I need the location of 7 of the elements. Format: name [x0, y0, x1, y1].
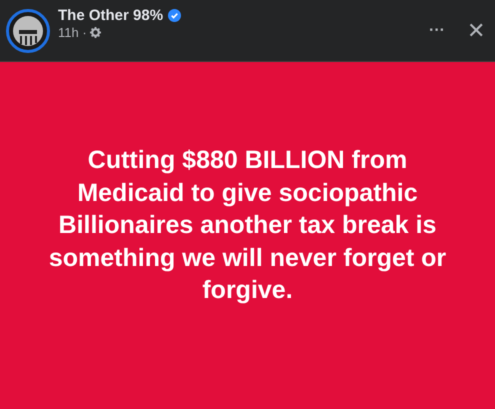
author-name[interactable]: The Other 98%	[58, 7, 164, 24]
more-button[interactable]: ···	[429, 22, 445, 40]
close-button[interactable]: ✕	[467, 18, 485, 44]
gear-icon	[90, 27, 101, 38]
post-text: Cutting $880 BILLION from Medicaid to give sociopathic Billionaires another tax break is something we will never forget or forgive.	[48, 145, 448, 306]
post-time[interactable]: 11h ·	[58, 25, 87, 40]
avatar[interactable]	[6, 8, 50, 52]
